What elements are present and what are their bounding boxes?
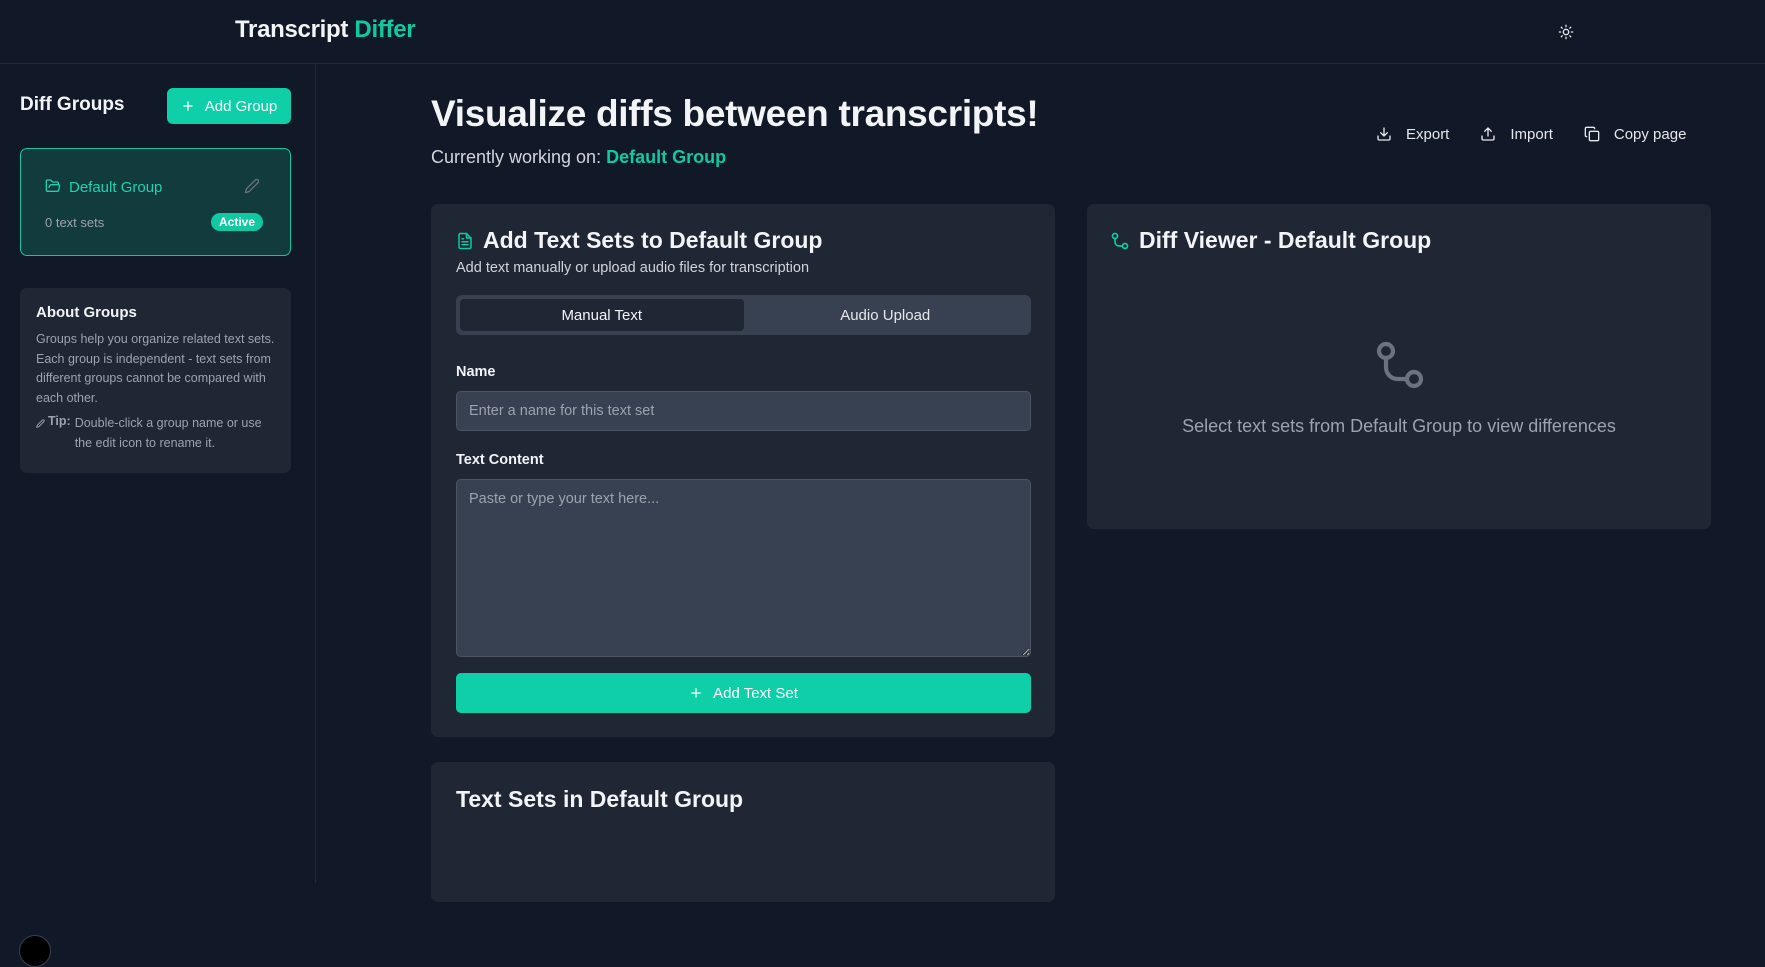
tab-audio-upload[interactable]: Audio Upload: [744, 299, 1028, 331]
git-compare-icon: [1376, 341, 1424, 389]
copy-page-button[interactable]: Copy page: [1584, 124, 1687, 144]
group-card-default[interactable]: Default Group 0 text sets Active: [20, 148, 291, 256]
file-text-icon: [458, 232, 472, 249]
git-compare-icon: [1111, 232, 1129, 249]
about-groups-panel: About Groups Groups help you organize re…: [20, 288, 291, 473]
add-card-title-text: Add Text Sets to Default Group: [483, 227, 823, 253]
copy-page-label: Copy page: [1613, 125, 1687, 143]
working-on-subtitle: Currently working on: Default Group: [431, 147, 726, 168]
tip-text: Double-click a group name or use the edi…: [74, 416, 262, 450]
folder-open-icon: [45, 179, 61, 192]
download-icon: [1377, 127, 1391, 141]
pencil-icon[interactable]: [244, 178, 260, 194]
sidebar: Diff Groups Add Group Default Group 0 te…: [0, 64, 316, 967]
diff-empty-message: Select text sets from Default Group to v…: [1182, 416, 1616, 436]
diff-card-title: Diff Viewer - Default Group: [1110, 227, 1431, 254]
add-text-set-button[interactable]: Add Text Set: [456, 673, 1031, 713]
export-button[interactable]: Export: [1376, 124, 1449, 144]
active-badge: Active: [211, 213, 264, 231]
add-text-set-label: Add Text Set: [713, 684, 798, 702]
copy-icon: [1584, 126, 1600, 142]
top-bar: Transcript Differ: [0, 0, 1765, 64]
app-brand: Transcript Differ: [235, 16, 416, 44]
working-on-label: Currently working on:: [431, 147, 602, 167]
plus-icon: [691, 688, 701, 698]
tab-manual-text[interactable]: Manual Text: [460, 299, 744, 331]
page-actions: Export Import Copy page: [1376, 124, 1717, 144]
about-title: About Groups: [36, 304, 137, 321]
page-title: Visualize diffs between transcripts!: [431, 93, 1039, 134]
pencil-icon: [36, 419, 45, 428]
sun-icon: [1558, 24, 1574, 40]
brand-title: Transcript: [235, 16, 349, 43]
brand-title-accent: Differ: [354, 16, 416, 43]
tip-label: Tip:: [48, 414, 71, 428]
text-content-input[interactable]: [456, 479, 1031, 657]
name-input[interactable]: [456, 391, 1031, 431]
tip-label-wrap: Tip:: [36, 414, 71, 453]
tip: Tip: Double-click a group name or use th…: [36, 414, 275, 453]
input-mode-tabs: Manual Text Audio Upload: [456, 295, 1031, 335]
text-content-label: Text Content: [456, 452, 544, 468]
diff-viewer-card: Diff Viewer - Default Group Select text …: [1087, 204, 1711, 529]
import-button[interactable]: Import: [1480, 124, 1553, 144]
add-text-sets-card: Add Text Sets to Default Group Add text …: [431, 204, 1055, 737]
theme-toggle-button[interactable]: [1554, 20, 1578, 44]
add-card-description: Add text manually or upload audio files …: [456, 260, 810, 276]
plus-icon: [182, 101, 193, 111]
text-sets-title: Text Sets in Default Group: [456, 786, 744, 812]
export-label: Export: [1406, 125, 1450, 143]
upload-icon: [1481, 127, 1496, 141]
about-body: Groups help you organize related text se…: [36, 332, 275, 405]
corner-button[interactable]: [19, 935, 51, 967]
add-card-title: Add Text Sets to Default Group: [456, 227, 822, 254]
add-group-button[interactable]: Add Group: [167, 88, 291, 124]
diff-card-title-text: Diff Viewer - Default Group: [1139, 227, 1432, 253]
sidebar-title: Diff Groups: [20, 94, 125, 115]
name-label: Name: [456, 364, 496, 380]
working-on-group: Default Group: [606, 147, 727, 167]
add-group-label: Add Group: [204, 97, 278, 115]
group-text-set-count: 0 text sets: [45, 215, 105, 230]
group-name[interactable]: Default Group: [69, 179, 162, 196]
import-label: Import: [1510, 125, 1553, 143]
text-sets-card: Text Sets in Default Group: [431, 762, 1055, 902]
